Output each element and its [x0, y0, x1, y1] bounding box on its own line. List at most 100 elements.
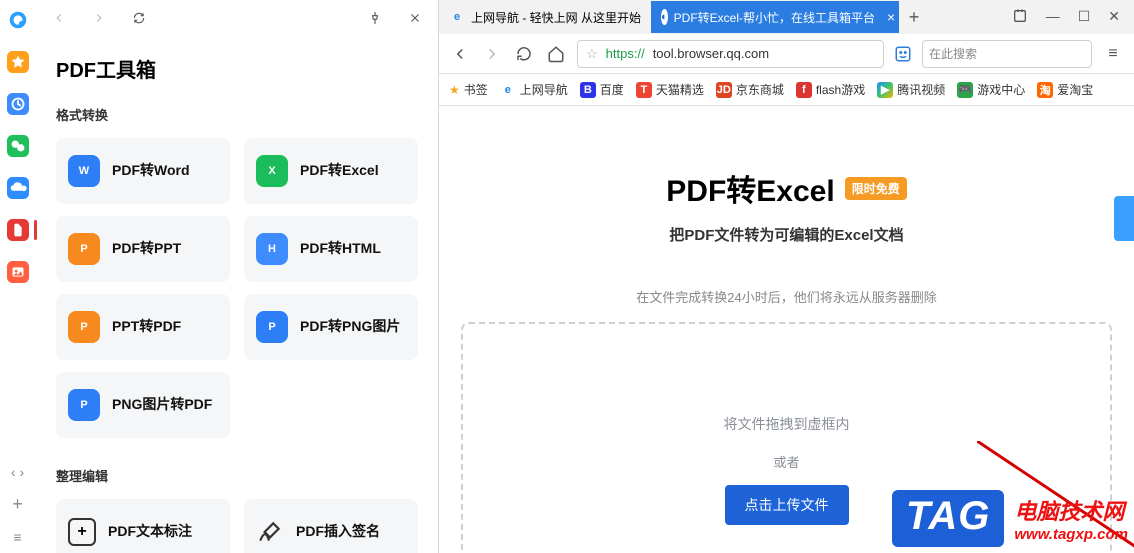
tab-navigation[interactable]: e上网导航 - 轻快上网 从这里开始 — [439, 1, 651, 33]
bookmark-label: 上网导航 — [520, 81, 568, 98]
drop-hint: 将文件拖拽到虚框内 — [473, 414, 1100, 434]
png-icon: P — [256, 311, 288, 343]
tool-label: PDF插入签名 — [296, 523, 380, 541]
bookmark-nav[interactable]: e上网导航 — [500, 81, 568, 98]
url-input[interactable]: ☆ https://tool.browser.qq.com — [577, 40, 884, 68]
tab-title: PDF转Excel-帮小忙，在线工具箱平台 — [674, 9, 875, 26]
tool-pdf-to-png[interactable]: P PDF转PNG图片 — [244, 294, 418, 360]
panel-forward-icon[interactable] — [88, 7, 110, 29]
tab-title: 上网导航 - 轻快上网 从这里开始 — [471, 9, 641, 26]
bookmark-root[interactable]: ★ 书签 — [449, 81, 488, 98]
bookmark-bar: ★ 书签 e上网导航 B百度 T天猫精选 JD京东商城 fflash游戏 ▶腾讯视… — [439, 74, 1134, 106]
window-minimize-icon[interactable]: — — [1046, 8, 1060, 27]
nav-back-icon[interactable] — [449, 43, 471, 65]
html-icon: H — [256, 233, 288, 265]
address-bar: ☆ https://tool.browser.qq.com 在此搜索 ≡ — [439, 34, 1134, 74]
page-content: PDF转Excel限时免费 把PDF文件转为可编辑的Excel文档 在文件完成转… — [439, 106, 1134, 553]
tab-close-icon[interactable]: × — [887, 9, 895, 25]
baidu-icon: B — [580, 82, 596, 98]
page-note: 在文件完成转换24小时后，他们将永远从服务器删除 — [439, 287, 1134, 306]
bookmark-flash[interactable]: fflash游戏 — [796, 81, 865, 98]
bookmark-aitaobao[interactable]: 淘爱淘宝 — [1037, 81, 1093, 98]
app-icon-pdf[interactable] — [6, 218, 30, 242]
bookmark-tencent-video[interactable]: ▶腾讯视频 — [877, 81, 945, 98]
panel-close-icon[interactable] — [404, 7, 426, 29]
panel-refresh-icon[interactable] — [128, 7, 150, 29]
tool-pdf-sign[interactable]: PDF插入签名 — [244, 499, 418, 553]
panel-pin-icon[interactable] — [364, 7, 386, 29]
app-switcher-bar: ‹ › + ≡ — [0, 0, 36, 553]
tool-png-to-pdf[interactable]: P PNG图片转PDF — [56, 372, 230, 438]
side-nav-peek[interactable] — [1114, 196, 1134, 241]
upload-button[interactable]: 点击上传文件 — [725, 485, 849, 525]
annotate-icon: + — [68, 518, 96, 546]
url-scheme: https:// — [606, 46, 645, 61]
tool-icon: ◐ — [661, 9, 668, 25]
new-tab-button[interactable]: + — [899, 7, 929, 28]
jd-icon: JD — [716, 82, 732, 98]
page-title: PDF转Excel限时免费 — [666, 166, 906, 210]
panel-title: PDF工具箱 — [36, 36, 438, 97]
drop-or: 或者 — [473, 452, 1100, 471]
site-permission-icon[interactable] — [894, 45, 912, 63]
star-icon[interactable]: ☆ — [586, 46, 598, 62]
appbar-add-icon[interactable]: + — [12, 494, 23, 515]
tool-pdf-to-ppt[interactable]: P PDF转PPT — [56, 216, 230, 282]
search-input[interactable]: 在此搜索 — [922, 40, 1092, 68]
bookmark-label: 百度 — [600, 81, 624, 98]
window-maximize-icon[interactable]: ☐ — [1078, 8, 1091, 27]
tool-label: PPT转PDF — [112, 318, 181, 336]
app-icon-cloud[interactable] — [6, 176, 30, 200]
app-icon-star[interactable] — [6, 50, 30, 74]
excel-icon: X — [256, 155, 288, 187]
app-icon-qq[interactable] — [6, 8, 30, 32]
menu-icon[interactable]: ≡ — [1102, 43, 1124, 65]
panel-back-icon[interactable] — [48, 7, 70, 29]
png-pdf-icon: P — [68, 389, 100, 421]
app-icon-clock[interactable] — [6, 92, 30, 116]
tool-label: PDF转PPT — [112, 240, 181, 258]
file-dropzone[interactable]: 将文件拖拽到虚框内 或者 点击上传文件 — [461, 322, 1112, 553]
ppt-pdf-icon: P — [68, 311, 100, 343]
tool-label: PDF转Word — [112, 162, 190, 180]
bookmark-label: 书签 — [464, 81, 488, 98]
bookmark-label: 游戏中心 — [977, 81, 1025, 98]
nav-refresh-icon[interactable] — [513, 43, 535, 65]
bookmark-games[interactable]: 🎮游戏中心 — [957, 81, 1025, 98]
taobao-icon: 淘 — [1037, 82, 1053, 98]
video-icon: ▶ — [877, 82, 893, 98]
bookmark-baidu[interactable]: B百度 — [580, 81, 624, 98]
tab-bar: e上网导航 - 轻快上网 从这里开始 ◐ PDF转Excel-帮小忙，在线工具箱平… — [439, 0, 1134, 34]
tool-pdf-to-html[interactable]: H PDF转HTML — [244, 216, 418, 282]
word-icon: W — [68, 155, 100, 187]
tool-ppt-to-pdf[interactable]: P PPT转PDF — [56, 294, 230, 360]
bookmark-label: 天猫精选 — [656, 81, 704, 98]
nav-home-icon[interactable] — [545, 43, 567, 65]
app-icon-chat[interactable] — [6, 134, 30, 158]
extensions-icon[interactable] — [1012, 8, 1028, 27]
tool-pdf-to-excel[interactable]: X PDF转Excel — [244, 138, 418, 204]
nav-forward-icon[interactable] — [481, 43, 503, 65]
bookmark-tmall[interactable]: T天猫精选 — [636, 81, 704, 98]
tool-label: PDF转HTML — [300, 240, 381, 258]
pdf-toolbox-panel: PDF工具箱 格式转换 WPDF转Word XPDF转Excel PPDF转PP… — [36, 0, 438, 553]
star-icon: ★ — [449, 83, 460, 97]
ie-icon: e — [500, 82, 516, 98]
tool-label: PDF转Excel — [300, 162, 379, 180]
bookmark-label: flash游戏 — [816, 81, 865, 98]
window-close-icon[interactable]: ✕ — [1108, 8, 1120, 27]
browser-window: e上网导航 - 轻快上网 从这里开始 ◐PDF转Excel-帮小忙，在线工具箱平… — [438, 0, 1134, 553]
tool-label: PDF文本标注 — [108, 523, 192, 541]
page-title-text: PDF转Excel — [666, 166, 834, 210]
tool-label: PDF转PNG图片 — [300, 318, 400, 336]
appbar-collapse-icon[interactable]: ‹ › — [11, 464, 24, 480]
tool-pdf-annotate[interactable]: + PDF文本标注 — [56, 499, 230, 553]
app-icon-image[interactable] — [6, 260, 30, 284]
appbar-menu-icon[interactable]: ≡ — [13, 529, 21, 545]
bookmark-label: 京东商城 — [736, 81, 784, 98]
ppt-icon: P — [68, 233, 100, 265]
tab-pdf-excel[interactable]: ◐ PDF转Excel-帮小忙，在线工具箱平台 × — [651, 1, 899, 33]
bookmark-jd[interactable]: JD京东商城 — [716, 81, 784, 98]
tool-pdf-to-word[interactable]: W PDF转Word — [56, 138, 230, 204]
tool-label: PNG图片转PDF — [112, 396, 212, 414]
